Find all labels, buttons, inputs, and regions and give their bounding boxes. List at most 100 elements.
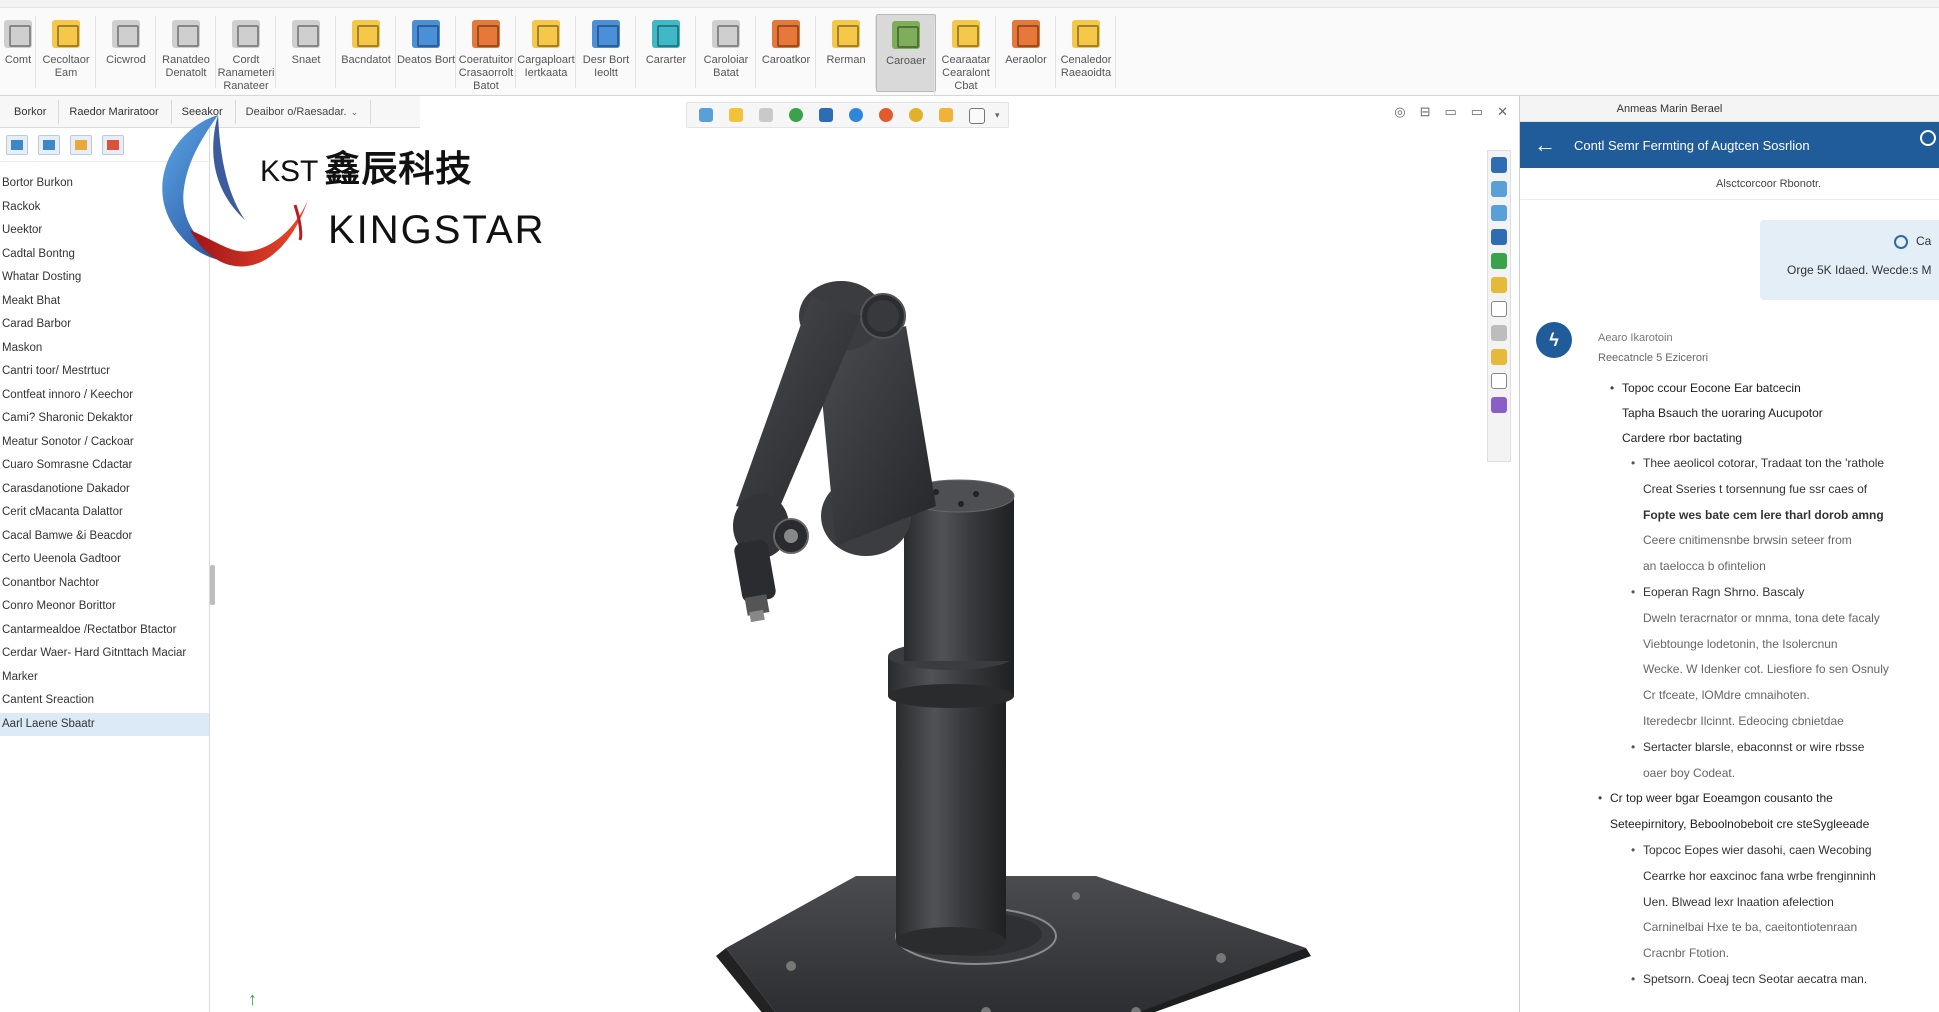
tree-item[interactable]: Certo Ueenola Gadtoor: [0, 548, 209, 572]
tree-item[interactable]: Carasdanotione Dakador: [0, 478, 209, 502]
library-icon[interactable]: [1491, 205, 1507, 221]
lock-icon[interactable]: [1491, 277, 1507, 293]
ribbon-button[interactable]: Cenaledor Raeaoidta: [1056, 8, 1116, 96]
tree-item[interactable]: Cacal Bamwe &i Beacdor: [0, 525, 209, 549]
tree-item[interactable]: Cantarmealdoe /Rectatbor Btactor: [0, 619, 209, 643]
tree-item[interactable]: Meakt Bhat: [0, 290, 209, 314]
response-meta: Reecatncle 5 Ezicerori: [1598, 352, 1709, 364]
tree-item[interactable]: Contfeat innoro / Keechor: [0, 384, 209, 408]
pen-icon: [832, 20, 860, 48]
title-strip: [0, 0, 1939, 8]
tree-item[interactable]: Cerit cMacanta Dalattor: [0, 501, 209, 525]
response-text-line: Fopte wes bate cem lere tharl dorob amng: [1643, 507, 1884, 522]
ribbon-button[interactable]: Ranatdeo Denatolt: [156, 8, 216, 96]
ribbon-button-label: Ranatdeo: [162, 54, 210, 66]
view-palette-icon[interactable]: [1491, 325, 1507, 341]
back-arrow-icon[interactable]: ←: [1534, 132, 1556, 158]
config-manager-icon[interactable]: [70, 134, 92, 155]
response-text-line: Creat Sseries t torsennung fue ssr caes …: [1643, 481, 1868, 496]
ribbon-button[interactable]: Rerman: [816, 8, 876, 96]
search-icon[interactable]: [1920, 130, 1936, 146]
ribbon-button-label: Bacndatot: [341, 54, 391, 66]
ribbon-button[interactable]: Cararter: [636, 8, 696, 96]
response-bullet: Thee aeolicol cotorar, Tradaat ton the '…: [1598, 451, 1939, 477]
tree-item[interactable]: Cerdar Waer- Hard Gitnttach Maciar: [0, 642, 209, 666]
tree-item[interactable]: Conro Meonor Borittor: [0, 595, 209, 619]
task-pane-toolbar: [1487, 150, 1511, 462]
motion-icon: [472, 20, 500, 48]
design-icon: [592, 20, 620, 48]
response-bullet: Topoc ccour Eocone Ear batcecin: [1598, 376, 1939, 401]
logo-chinese-text: KST 鑫辰科技: [260, 140, 472, 192]
feature-manager-icon[interactable]: [6, 134, 28, 155]
ribbon-button-label: Aeraolor: [1005, 54, 1047, 66]
tree-item[interactable]: Cantri toor/ Mestrtucr: [0, 360, 209, 384]
user-message-line: Ca: [1916, 234, 1932, 248]
response-text-line: Ceere cnitimensnbe brwsin seteer from: [1643, 533, 1852, 548]
ribbon-button[interactable]: Desr Bort Ieoltt: [576, 8, 636, 96]
tab-parts[interactable]: Borkor: [4, 99, 60, 124]
tree-item[interactable]: Meatur Sonotor / Cackoar: [0, 431, 209, 455]
ribbon-button-sublabel: Ieoltt: [594, 67, 618, 79]
ribbon-button[interactable]: Snaet: [276, 8, 336, 96]
ribbon-button[interactable]: Caroatkor: [756, 8, 816, 96]
cad-application-window: Comt Cecoltaor Eam Cicwrod Ranatdeo Denatolt…: [0, 0, 1939, 1012]
edit-icon: [952, 20, 980, 48]
draw-icon: [652, 20, 680, 48]
spreadsheet-icon[interactable]: [1491, 253, 1507, 269]
response-text-line: Uen. Blwead lexr lnaation afelection: [1643, 894, 1834, 909]
draft-icon: [712, 20, 740, 48]
kingstar-swoosh-icon: [162, 115, 308, 267]
assistant-icon[interactable]: [1491, 397, 1507, 413]
ai-assistant-panel: Anmeas Marin Berael ← Contl Semr Fermtin…: [1519, 96, 1939, 1012]
ribbon-button[interactable]: Deatos Bort: [396, 8, 456, 96]
folder-icon[interactable]: [1491, 349, 1507, 365]
shoulder-joint[interactable]: [904, 496, 1014, 661]
home-icon[interactable]: [1491, 157, 1507, 173]
tree-item[interactable]: Cami? Sharonic Dekaktor: [0, 407, 209, 431]
ribbon-button[interactable]: Cearaatar Cearalont Cbat: [936, 8, 996, 96]
ribbon-button[interactable]: Bacndatot: [336, 8, 396, 96]
ribbon-button-label: Cecoltaor Eam: [42, 54, 90, 79]
tree-scrollbar[interactable]: [210, 565, 215, 605]
plan-icon: [532, 20, 560, 48]
tree-item[interactable]: Carad Barbor: [0, 313, 209, 337]
notes-icon[interactable]: [1491, 373, 1507, 389]
property-manager-icon[interactable]: [38, 134, 60, 155]
document-icon[interactable]: [1491, 301, 1507, 317]
tree-item[interactable]: Cuaro Somrasne Cdactar: [0, 454, 209, 478]
tree-item[interactable]: Conantbor Nachtor: [0, 572, 209, 596]
ribbon-button-sublabel: Denatolt: [165, 67, 207, 79]
resources-icon[interactable]: [1491, 181, 1507, 197]
ribbon-button[interactable]: Caroloiar Batat: [696, 8, 756, 96]
ribbon-button[interactable]: Cecoltaor Eam: [36, 8, 96, 96]
ribbon-button-sublabel: Ranateer: [223, 80, 269, 92]
tree-item[interactable]: Marker: [0, 666, 209, 690]
ribbon-button[interactable]: Coeratuitor Crasaorrolt Batot: [456, 8, 516, 96]
tree-item[interactable]: Cantent Sreaction: [0, 689, 209, 713]
ribbon-button-label: Snaet: [291, 54, 321, 66]
assistant-avatar-icon: ϟ: [1536, 322, 1572, 358]
ribbon-button[interactable]: Cargaploart Iertkaata: [516, 8, 576, 96]
tree-item[interactable]: Maskon: [0, 337, 209, 361]
ribbon-button[interactable]: Aeraolor: [996, 8, 1056, 96]
ribbon-button[interactable]: Comt: [0, 8, 36, 96]
ribbon-button-label: Desr Bort: [582, 54, 630, 66]
ribbon-button[interactable]: Cicwrod: [96, 8, 156, 96]
explorer-icon[interactable]: [1491, 229, 1507, 245]
query-icon: [1894, 234, 1908, 249]
small-icon: [292, 20, 320, 48]
tree-item[interactable]: Aarl Laene Sbaatr: [0, 712, 209, 736]
ribbon-button-label: Coeratuitor: [458, 54, 514, 66]
ribbon-button[interactable]: Cordt Ranameteri Ranateer: [216, 8, 276, 96]
assembly-icon: [352, 20, 380, 48]
response-bullet: Sertacter blarsle, ebaconnst or wire rbs…: [1598, 735, 1939, 761]
appearance-icon[interactable]: [102, 134, 124, 155]
tab-label: Borkor: [14, 105, 47, 118]
ribbon-button-label: Comt: [4, 54, 32, 66]
response-bullet: Spetsorn. Coeaj tecn Seotar aecatra man.: [1598, 967, 1939, 993]
ribbon-button-label: Caroaer: [886, 55, 926, 67]
ai-generate-icon: [892, 21, 920, 49]
ribbon-button[interactable]: Caroaer: [876, 14, 936, 95]
ribbon-button-label: Deatos Bort: [396, 54, 456, 66]
